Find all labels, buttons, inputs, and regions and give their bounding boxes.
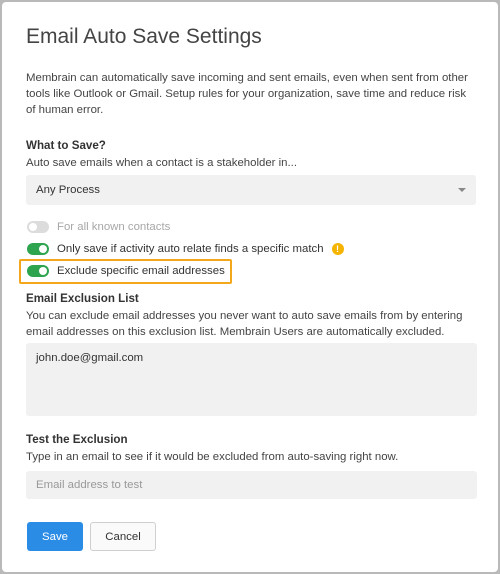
what-to-save-title: What to Save? <box>26 139 106 152</box>
option-label: For all known contacts <box>57 221 171 233</box>
toggle-knob <box>29 223 37 231</box>
toggle-all-known-contacts[interactable] <box>27 221 49 233</box>
warning-icon[interactable]: ! <box>331 243 344 255</box>
test-exclusion-title: Test the Exclusion <box>26 433 128 446</box>
option-exclude-addresses[interactable]: Exclude specific email addresses <box>27 263 225 279</box>
dialog-intro: Membrain can automatically save incoming… <box>26 72 468 116</box>
cancel-button[interactable]: Cancel <box>90 522 156 551</box>
save-button[interactable]: Save <box>27 522 83 551</box>
option-all-known-contacts[interactable]: For all known contacts <box>27 219 170 235</box>
option-label: Exclude specific email addresses <box>57 265 225 277</box>
test-exclusion-help: Type in an email to see if it would be e… <box>26 451 399 463</box>
option-label: Only save if activity auto relate finds … <box>57 243 324 255</box>
dialog-title: Email Auto Save Settings <box>26 25 262 48</box>
exclusion-list-help: You can exclude email addresses you neve… <box>26 310 463 338</box>
process-select[interactable]: Any Process <box>26 175 476 205</box>
what-to-save-help: Auto save emails when a contact is a sta… <box>26 157 297 169</box>
option-auto-relate-match[interactable]: Only save if activity auto relate finds … <box>27 241 344 257</box>
toggle-auto-relate-match[interactable] <box>27 243 49 255</box>
exclusion-list-title: Email Exclusion List <box>26 292 139 305</box>
exclusion-list-textarea[interactable]: john.doe@gmail.com <box>26 343 477 416</box>
toggle-knob <box>39 267 47 275</box>
toggle-knob <box>39 245 47 253</box>
toggle-exclude-addresses[interactable] <box>27 265 49 277</box>
chevron-down-icon <box>458 188 466 192</box>
email-auto-save-dialog: Email Auto Save Settings Membrain can au… <box>2 2 498 572</box>
process-select-value: Any Process <box>36 184 100 196</box>
test-email-input[interactable]: Email address to test <box>26 471 477 499</box>
